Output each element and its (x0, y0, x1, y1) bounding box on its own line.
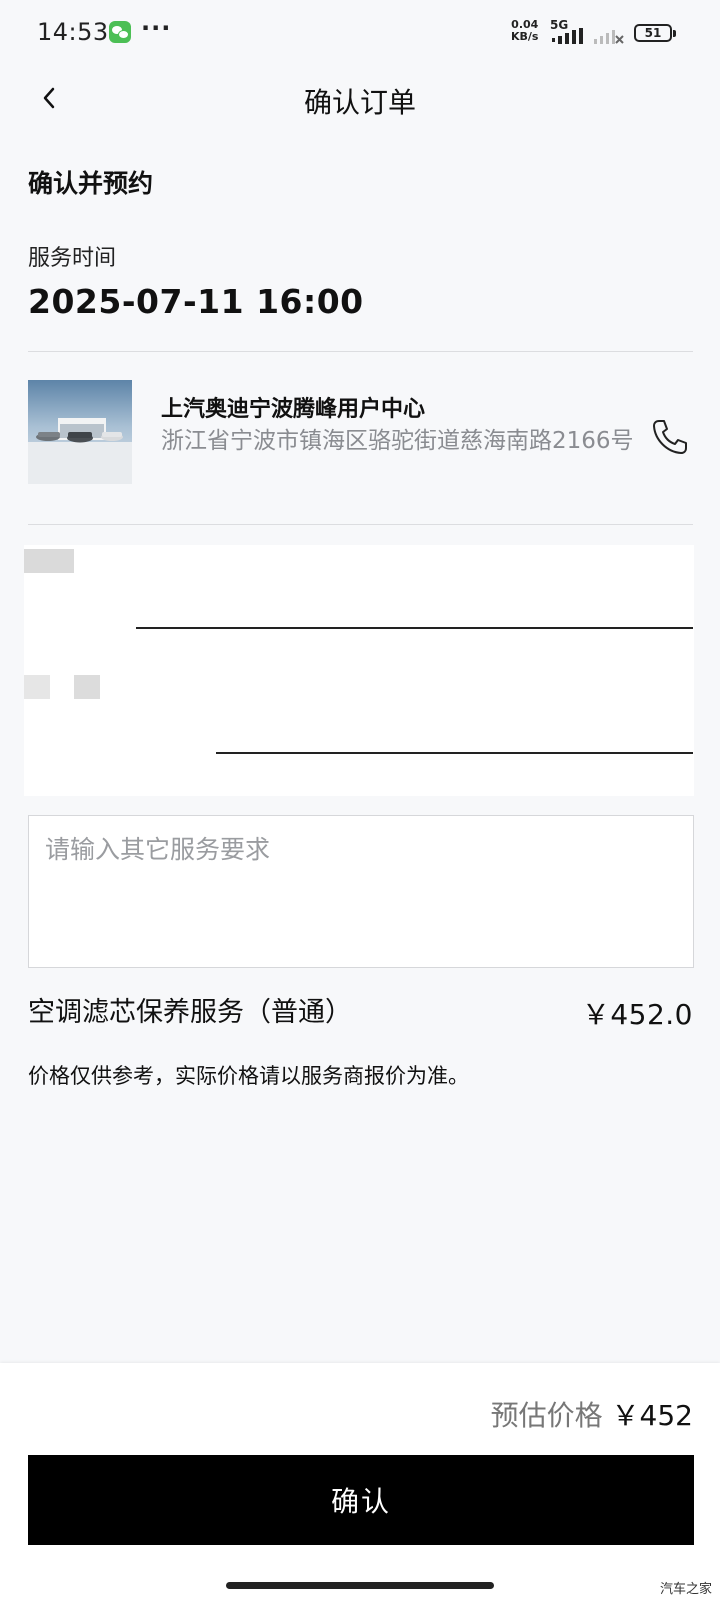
redacted-label (24, 675, 50, 699)
service-time-value: 2025-07-11 16:00 (28, 282, 364, 321)
status-bar: 14:53 ··· 0.04 KB/s 5G 51 (0, 0, 720, 62)
redacted-underline (216, 752, 693, 754)
estimated-price: 预估价格 ￥452 (491, 1394, 693, 1434)
dealer-photo (28, 380, 132, 484)
service-item-price: ￥452.0 (581, 998, 693, 1031)
service-item-name: 空调滤芯保养服务（普通） (28, 997, 352, 1028)
confirm-button[interactable]: 确认 (28, 1455, 694, 1545)
signal-strength-icon (552, 28, 583, 44)
network-speed-unit: KB/s (511, 30, 539, 43)
signal-no-service-icon (594, 30, 624, 44)
watermark: 汽车之家 (659, 1582, 712, 1597)
divider (28, 351, 693, 352)
redacted-underline (136, 627, 693, 629)
estimated-price-label: 预估价格 (490, 1399, 603, 1432)
network-speed: 0.04 KB/s (511, 19, 538, 43)
dealer-name: 上汽奥迪宁波腾峰用户中心 (161, 397, 426, 422)
more-notifications-icon: ··· (141, 14, 172, 42)
divider (28, 524, 693, 525)
redacted-label (24, 549, 74, 573)
battery-icon: 51 (634, 24, 676, 42)
home-indicator[interactable] (226, 1582, 494, 1589)
redacted-region (24, 545, 694, 796)
wechat-notification-icon (109, 21, 131, 43)
estimated-price-value: ￥452 (611, 1399, 693, 1432)
page-title: 确认订单 (303, 86, 416, 119)
dealer-address: 浙江省宁波市镇海区骆驼街道慈海南路2166号 (161, 428, 634, 454)
service-time-label: 服务时间 (28, 246, 117, 271)
section-title: 确认并预约 (28, 169, 154, 198)
price-disclaimer: 价格仅供参考，实际价格请以服务商报价为准。 (28, 1064, 469, 1088)
phone-icon[interactable] (648, 416, 690, 458)
service-remarks-input[interactable] (28, 815, 694, 968)
redacted-label (74, 675, 100, 699)
status-time: 14:53 (37, 18, 109, 46)
